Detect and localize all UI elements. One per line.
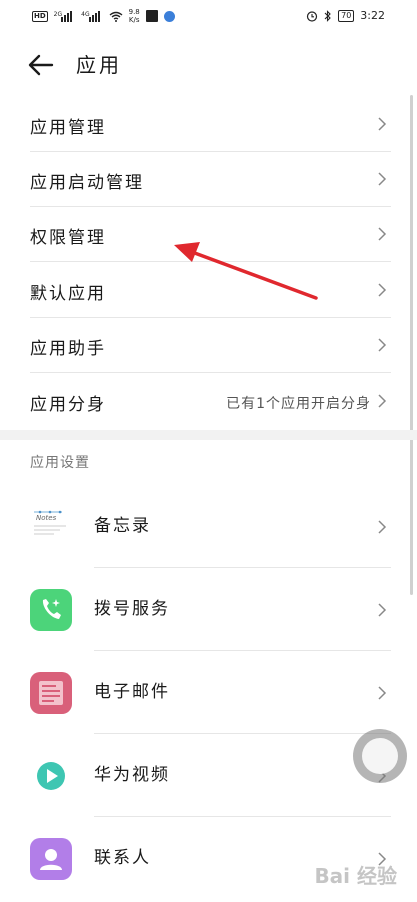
settings-item-app-twin[interactable]: 应用分身 已有1个应用开启分身 (0, 373, 417, 430)
settings-item-label: 应用启动管理 (30, 173, 144, 193)
settings-item-app-assistant[interactable]: 应用助手 (0, 318, 417, 373)
bluetooth-icon (324, 9, 331, 22)
status-bar: HD 2G 4G 9.8 K/s 70 3:22 (0, 0, 417, 32)
speed-value: 9.8 (128, 8, 140, 16)
chevron-right-icon (378, 603, 387, 617)
network-speed: 9.8 K/s (129, 8, 140, 24)
mail-icon (30, 672, 72, 714)
app-twin-status: 已有1个应用开启分身 (226, 396, 371, 412)
alarm-icon (307, 10, 318, 22)
speed-unit: K/s (128, 16, 140, 24)
page-title: 应用 (76, 53, 122, 77)
video-play-icon (30, 755, 72, 797)
section-title: 应用设置 (30, 455, 90, 471)
settings-item-label: 应用分身 (30, 395, 106, 415)
chevron-right-icon (378, 686, 387, 700)
app-item-notes[interactable]: Notes 备忘录 (0, 485, 417, 568)
phone-icon (30, 589, 72, 631)
section-separator (0, 430, 417, 440)
chevron-right-icon (378, 394, 387, 408)
app-name: 拨号服务 (94, 599, 170, 619)
settings-item-permission-management[interactable]: 权限管理 (0, 207, 417, 262)
chevron-right-icon (378, 338, 387, 352)
contact-icon (30, 838, 72, 880)
chevron-right-icon (378, 117, 387, 131)
clock: 3:22 (360, 9, 385, 22)
chevron-right-icon (378, 227, 387, 241)
settings-item-label: 权限管理 (30, 228, 106, 248)
app-item-dialer[interactable]: 拨号服务 (0, 568, 417, 651)
floating-navigation-button[interactable] (353, 729, 407, 783)
notes-icon: Notes (30, 506, 72, 548)
back-button[interactable] (26, 50, 56, 80)
wifi-icon (109, 11, 123, 22)
signal-1-label: 2G (53, 10, 63, 18)
chevron-right-icon (378, 172, 387, 186)
battery-indicator: 70 (338, 9, 355, 22)
notes-icon-text: Notes (36, 514, 57, 522)
chevron-right-icon (378, 283, 387, 297)
signal-icon-2: 4G (81, 10, 102, 22)
settings-item-startup-management[interactable]: 应用启动管理 (0, 152, 417, 207)
browser-icon (163, 10, 175, 22)
settings-item-label: 应用助手 (30, 339, 106, 359)
notification-app-icon (145, 10, 158, 22)
app-name: 电子邮件 (94, 682, 170, 702)
settings-item-label: 应用管理 (30, 118, 106, 138)
app-name: 联系人 (94, 848, 151, 868)
app-item-email[interactable]: 电子邮件 (0, 651, 417, 734)
app-name: 备忘录 (94, 516, 151, 536)
back-arrow-icon (28, 54, 54, 76)
chevron-right-icon (378, 520, 387, 534)
watermark: Bai 经验 (314, 864, 397, 888)
settings-item-default-apps[interactable]: 默认应用 (0, 262, 417, 318)
hd-badge: HD (32, 10, 48, 22)
settings-item-app-management[interactable]: 应用管理 (0, 97, 417, 152)
app-name: 华为视频 (94, 765, 170, 785)
settings-item-label: 默认应用 (30, 284, 106, 304)
signal-2-label: 4G (81, 10, 90, 18)
signal-icon-1: 2G (53, 10, 75, 22)
